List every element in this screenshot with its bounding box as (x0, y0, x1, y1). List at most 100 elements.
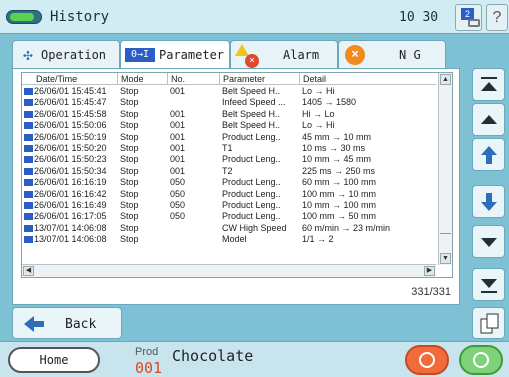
back-arrow-icon (24, 316, 44, 332)
row-mode: Stop (120, 199, 139, 210)
start-button[interactable] (459, 345, 503, 375)
parameter-row-icon (24, 133, 33, 141)
history-icon (6, 10, 42, 24)
row-parameter: Belt Speed H.. (222, 108, 281, 119)
history-panel: Date/Time Mode No. Parameter Detail 26/0… (12, 68, 460, 305)
row-detail: 60 mm → 100 mm (302, 177, 377, 188)
row-no: 050 (170, 188, 186, 199)
header-mode[interactable]: Mode (118, 73, 168, 85)
table-row[interactable]: 13/07/01 14:06:08 Stop CW High Speed 60 m/m… (22, 223, 436, 234)
table-row[interactable]: 26/06/01 15:50:19 Stop 001 Product Leng.. 45… (22, 132, 436, 143)
row-no: 001 (170, 131, 186, 142)
history-list[interactable]: Date/Time Mode No. Parameter Detail 26/0… (21, 72, 453, 278)
table-row[interactable]: 26/06/01 16:17:05 Stop 050 Product Leng.. 10… (22, 211, 436, 222)
row-parameter: Product Leng.. (222, 131, 281, 142)
page-up-button[interactable] (472, 103, 505, 136)
parameter-row-icon (24, 167, 33, 175)
parameter-row-icon (24, 236, 33, 244)
row-datetime: 26/06/01 15:50:20 (34, 142, 107, 153)
header-no[interactable]: No. (168, 73, 220, 85)
help-button[interactable]: ? (486, 4, 508, 31)
row-mode: Stop (120, 177, 139, 188)
table-row[interactable]: 26/06/01 16:16:49 Stop 050 Product Leng.. 10… (22, 200, 436, 211)
parameter-row-icon (24, 122, 33, 130)
row-parameter: CW High Speed (222, 222, 287, 233)
table-row[interactable]: 26/06/01 15:45:47 Stop Infeed Speed ... 140… (22, 97, 436, 108)
vertical-scrollbar[interactable]: ▲ ▼ (438, 73, 452, 265)
table-row[interactable]: 26/06/01 15:45:41 Stop 001 Belt Speed H.. Lo… (22, 86, 436, 97)
parameter-row-icon (24, 190, 33, 198)
user-login-button[interactable]: 2 (455, 4, 482, 31)
row-mode: Stop (120, 154, 139, 165)
tab-operation[interactable]: ✣ Operation (12, 40, 120, 68)
product-name: Chocolate (172, 347, 254, 365)
copy-button[interactable] (472, 307, 505, 339)
scroll-down-arrow[interactable]: ▼ (440, 253, 451, 264)
title-bar: History 10 30 2 ? (0, 0, 509, 34)
row-detail: 10 ms → 30 ms (302, 142, 366, 153)
row-mode: Stop (120, 97, 139, 108)
stop-button[interactable] (405, 345, 449, 375)
row-datetime: 26/06/01 15:50:06 (34, 120, 107, 131)
row-no: 001 (170, 108, 186, 119)
tab-alarm[interactable]: × Alarm (230, 40, 338, 68)
table-row[interactable]: 26/06/01 16:16:19 Stop 050 Product Leng.. 60… (22, 177, 436, 188)
row-no: 001 (170, 142, 186, 153)
tab-parameter[interactable]: 0→I Parameter (120, 40, 230, 70)
row-detail: 100 mm → 10 mm (302, 188, 377, 199)
table-row[interactable]: 26/06/01 15:50:20 Stop 001 T1 10 ms → 30 ms (22, 143, 436, 154)
parameter-row-icon (24, 144, 33, 152)
header-parameter[interactable]: Parameter (220, 73, 300, 85)
row-parameter: Product Leng.. (222, 177, 281, 188)
operation-icon: ✣ (23, 45, 33, 64)
scroll-left-arrow[interactable]: ◀ (23, 266, 34, 276)
row-no: 050 (170, 211, 186, 222)
row-datetime: 26/06/01 16:17:05 (34, 211, 107, 222)
line-up-button[interactable] (472, 138, 505, 171)
row-datetime: 26/06/01 15:45:58 (34, 108, 107, 119)
table-row[interactable]: 26/06/01 15:45:58 Stop 001 Belt Speed H.. Hi… (22, 109, 436, 120)
scroll-up-arrow[interactable]: ▲ (440, 74, 451, 85)
header-datetime[interactable]: Date/Time (22, 73, 118, 85)
parameter-row-icon (24, 110, 33, 118)
row-mode: Stop (120, 211, 139, 222)
table-row[interactable]: 13/07/01 14:06:08 Stop Model 1/1 → 2 (22, 234, 436, 245)
key-icon (468, 19, 480, 27)
row-parameter: Product Leng.. (222, 199, 281, 210)
table-row[interactable]: 26/06/01 15:50:34 Stop 001 T2 225 ms → 250 m… (22, 166, 436, 177)
row-no: 050 (170, 177, 186, 188)
scroll-bottom-button[interactable] (472, 268, 505, 301)
scroll-top-button[interactable] (472, 68, 505, 101)
row-no: 001 (170, 154, 186, 165)
parameter-row-icon (24, 224, 33, 232)
row-detail: 225 ms → 250 ms (302, 165, 376, 176)
row-parameter: Product Leng.. (222, 211, 281, 222)
row-parameter: T1 (222, 142, 233, 153)
tab-ng-label: N G (399, 48, 421, 62)
back-button[interactable]: Back (12, 307, 122, 339)
header-detail[interactable]: Detail (300, 73, 436, 85)
row-no: 001 (170, 86, 186, 96)
scroll-thumb[interactable] (440, 233, 451, 237)
home-button[interactable]: Home (8, 347, 100, 373)
horizontal-scrollbar[interactable]: ◀ ▶ (22, 264, 436, 277)
table-row[interactable]: 26/06/01 15:50:06 Stop 001 Belt Speed H.. Lo… (22, 120, 436, 131)
scroll-right-arrow[interactable]: ▶ (424, 266, 435, 276)
page-title: History (50, 9, 110, 25)
list-rows: 26/06/01 15:45:41 Stop 001 Belt Speed H.. Lo… (22, 86, 436, 245)
row-datetime: 13/07/01 14:06:08 (34, 222, 107, 233)
table-row[interactable]: 26/06/01 15:50:23 Stop 001 Product Leng.. 10… (22, 154, 436, 165)
table-row[interactable]: 26/06/01 16:16:42 Stop 050 Product Leng.. 10… (22, 189, 436, 200)
row-detail: 100 mm → 50 mm (302, 211, 377, 222)
page-down-button[interactable] (472, 225, 505, 258)
row-detail: 10 mm → 100 mm (302, 199, 377, 210)
ng-icon: × (345, 45, 365, 65)
line-down-button[interactable] (472, 185, 505, 218)
clock: 10 30 (399, 10, 439, 25)
tab-ng[interactable]: × N G (338, 40, 446, 68)
row-detail: 10 mm → 45 mm (302, 154, 372, 165)
row-mode: Stop (120, 120, 139, 131)
row-datetime: 26/06/01 15:50:19 (34, 131, 107, 142)
back-label: Back (65, 317, 97, 332)
footer-bar: Home Prod 001 Chocolate (0, 341, 509, 377)
